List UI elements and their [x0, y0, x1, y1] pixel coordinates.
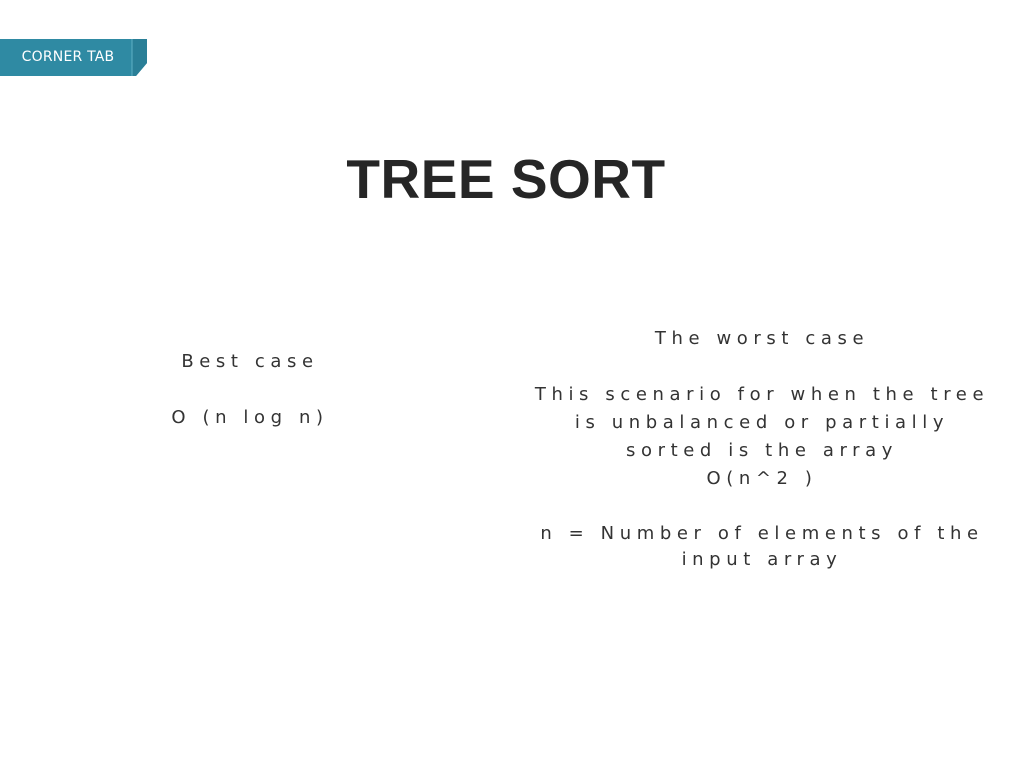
worst-case-description-line: This scenario for when the tree: [534, 384, 990, 405]
worst-case-complexity: O(n^2 ): [706, 468, 818, 489]
worst-case-description-line: sorted is the array: [625, 440, 899, 461]
worst-case-column: The worst case This scenario for when th…: [522, 325, 1002, 573]
best-case-heading: Best case: [181, 351, 319, 372]
worst-case-description-line: is unbalanced or partially: [574, 412, 950, 433]
corner-tab-label: CORNER TAB: [21, 49, 115, 65]
best-case-complexity: O (n log n): [171, 407, 329, 428]
best-case-column: Best case O (n log n): [110, 348, 390, 432]
worst-case-note-line: input array: [681, 549, 843, 570]
corner-tab: CORNER TAB: [0, 39, 147, 76]
slide-title: TREE SORT: [346, 148, 666, 210]
worst-case-heading: The worst case: [654, 328, 870, 349]
worst-case-note-line: n = Number of elements of the: [540, 523, 984, 544]
